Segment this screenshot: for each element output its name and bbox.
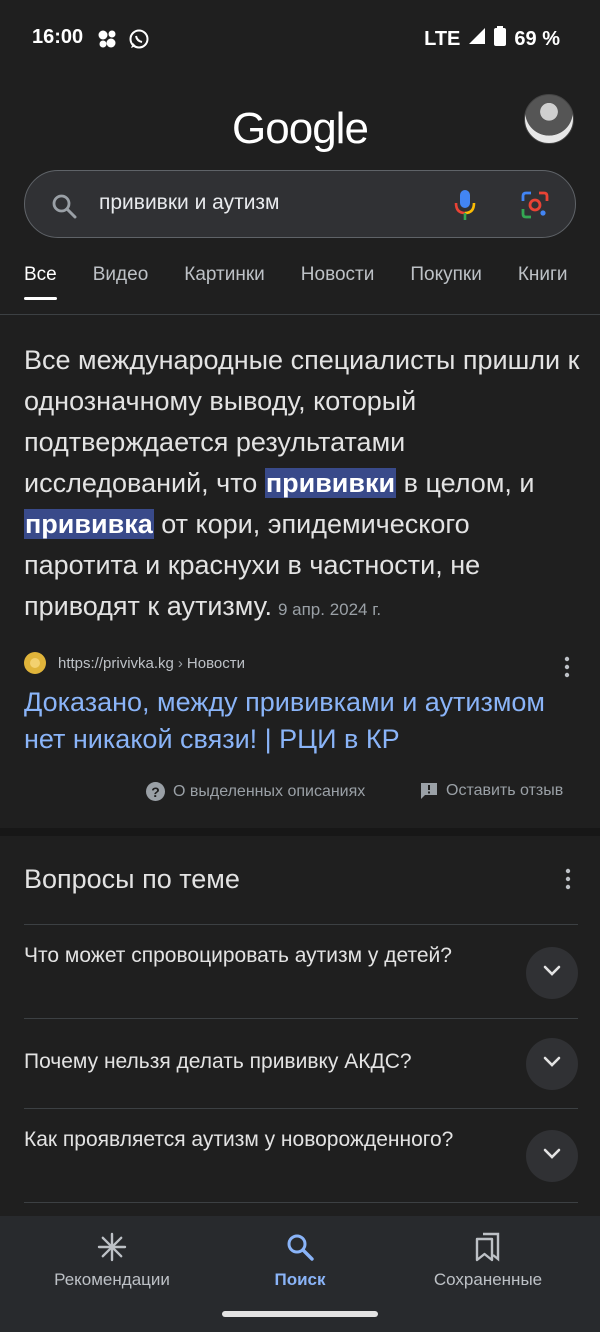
expand-button[interactable] [526,1038,578,1090]
search-input[interactable]: прививки и аутизм [99,191,280,215]
feedback-link[interactable]: Оставить отзыв [420,782,563,800]
help-icon: ? [146,782,165,801]
chevron-down-icon [543,964,561,982]
result-title-link[interactable]: Доказано, между прививками и аутизмом не… [24,684,584,758]
related-question-text: Почему нельзя делать прививку АКДС? [24,1050,412,1073]
result-more-icon[interactable] [562,656,572,682]
tab-video[interactable]: Видео [93,264,149,300]
mic-icon[interactable] [453,189,477,226]
snippet-date: 9 апр. 2024 г. [277,600,382,619]
tabs-divider [0,314,600,315]
related-divider [24,1202,578,1204]
search-icon [51,193,77,224]
nav-search[interactable]: Поиск [200,1230,400,1290]
about-snippets-link[interactable]: ? О выделенных описаниях [146,782,365,801]
home-indicator[interactable] [222,1311,378,1317]
nav-recommendations-label: Рекомендации [54,1270,170,1289]
google-logo[interactable]: Google [0,104,600,154]
asterisk-icon [12,1230,212,1264]
feedback-icon [420,782,438,800]
battery-percent: 69 % [514,27,560,50]
network-type: LTE [424,27,461,50]
google-lens-icon[interactable] [521,191,549,224]
result-source[interactable]: https://privivka.kg › Новости [24,652,245,674]
nav-saved-label: Сохраненные [433,1270,543,1289]
site-favicon [24,652,46,674]
feedback-label: Оставить отзыв [446,782,564,799]
status-time: 16:00 [32,26,84,48]
related-question-text: Что может спровоцировать аутизм у детей? [24,944,452,967]
battery-icon [494,26,507,52]
status-bar: 16:00 LTE 69 % [0,0,600,76]
snippet-highlight-1: прививки [264,468,397,498]
expand-button[interactable] [526,947,578,999]
bookmarks-icon [388,1230,588,1264]
search-icon [200,1230,400,1264]
tab-shopping[interactable]: Покупки [410,264,481,300]
avatar[interactable] [524,94,574,144]
nav-recommendations[interactable]: Рекомендации [12,1230,212,1290]
search-box[interactable]: прививки и аутизм [24,170,576,238]
tab-books[interactable]: Книги [518,264,568,300]
related-more-icon[interactable] [563,868,573,894]
tab-all[interactable]: Все [24,264,57,300]
tab-images[interactable]: Картинки [184,264,265,300]
notification-dots-icon [96,28,118,55]
source-url: https://privivka.kg [58,654,174,672]
snippet-highlight-2: прививка [24,509,154,539]
nav-search-label: Поиск [274,1270,326,1289]
search-tabs: Все Видео Картинки Новости Покупки Книги [24,264,600,300]
related-questions-title: Вопросы по теме [24,864,240,894]
related-question-row[interactable]: Что может спровоцировать аутизм у детей? [24,924,578,1019]
nav-saved[interactable]: Сохраненные [388,1230,588,1290]
featured-snippet-text: Все международные специалисты пришли к о… [24,340,584,630]
expand-button[interactable] [526,1130,578,1182]
about-snippets-label: О выделенных описаниях [173,782,366,800]
chevron-down-icon [543,1055,561,1073]
chevron-down-icon [543,1147,561,1165]
source-section: Новости [186,654,245,672]
breadcrumb-separator: › [177,654,183,672]
related-question-row[interactable]: Почему нельзя делать прививку АКДС? [24,1018,578,1109]
signal-icon [468,27,486,51]
snippet-text-2: в целом, и [396,468,535,498]
related-question-row[interactable]: Как проявляется аутизм у новорожденного? [24,1108,578,1203]
section-divider [0,828,600,836]
tab-news[interactable]: Новости [301,264,375,300]
related-question-text: Как проявляется аутизм у новорожденного? [24,1128,454,1151]
whatsapp-icon [128,28,150,55]
